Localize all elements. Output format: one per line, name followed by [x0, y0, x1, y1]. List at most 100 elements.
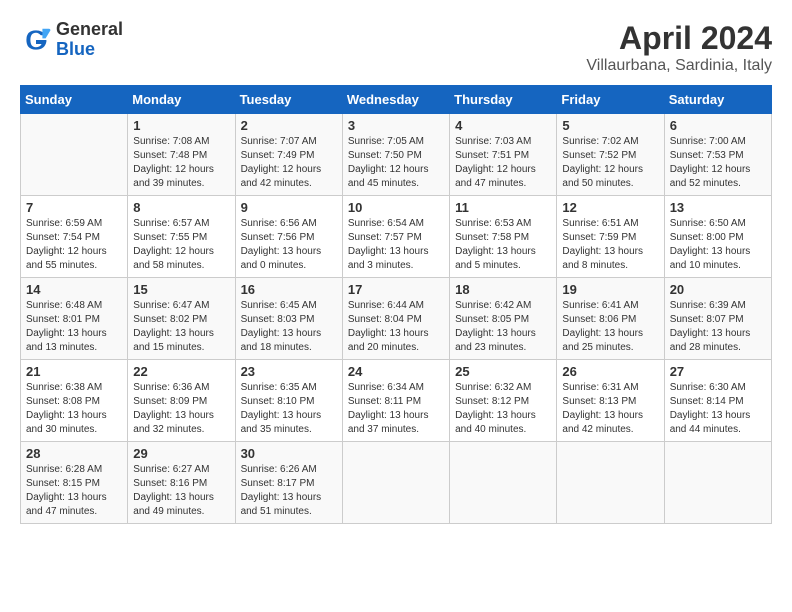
calendar-header-cell: Saturday [664, 86, 771, 114]
calendar-cell: 29 Sunrise: 6:27 AM Sunset: 8:16 PM Dayli… [128, 442, 235, 524]
day-info: Sunrise: 6:47 AM Sunset: 8:02 PM Dayligh… [133, 299, 229, 355]
calendar-cell: 12 Sunrise: 6:51 AM Sunset: 7:59 PM Dayli… [557, 196, 664, 278]
day-number: 10 [348, 200, 444, 215]
calendar-cell: 17Sunrise: 6:44 AM Sunset: 8:04 PM Dayli… [342, 278, 449, 360]
day-info: Sunrise: 7:08 AM Sunset: 7:48 PM Dayligh… [133, 135, 229, 191]
logo-text: General Blue [56, 20, 123, 60]
day-number: 25 [455, 364, 551, 379]
day-number: 22 [133, 364, 229, 379]
day-info: Sunrise: 6:45 AM Sunset: 8:03 PM Dayligh… [241, 299, 337, 355]
day-number: 5 [562, 118, 658, 133]
day-number: 7 [26, 200, 122, 215]
day-info: Sunrise: 7:00 AM Sunset: 7:53 PM Dayligh… [670, 135, 766, 191]
day-info: Sunrise: 6:48 AM Sunset: 8:01 PM Dayligh… [26, 299, 122, 355]
calendar-cell: 26 Sunrise: 6:31 AM Sunset: 8:13 PM Dayli… [557, 360, 664, 442]
day-number: 4 [455, 118, 551, 133]
day-info: Sunrise: 6:54 AM Sunset: 7:57 PM Dayligh… [348, 217, 444, 273]
day-number: 12 [562, 200, 658, 215]
calendar-cell: 9 Sunrise: 6:56 AM Sunset: 7:56 PM Daylig… [235, 196, 342, 278]
day-info: Sunrise: 6:27 AM Sunset: 8:16 PM Dayligh… [133, 463, 229, 519]
calendar-cell: 5 Sunrise: 7:02 AM Sunset: 7:52 PM Daylig… [557, 114, 664, 196]
calendar-cell: 22 Sunrise: 6:36 AM Sunset: 8:09 PM Dayli… [128, 360, 235, 442]
calendar-header-cell: Monday [128, 86, 235, 114]
title-area: April 2024 Villaurbana, Sardinia, Italy [586, 20, 772, 75]
day-info: Sunrise: 6:34 AM Sunset: 8:11 PM Dayligh… [348, 381, 444, 437]
day-number: 21 [26, 364, 122, 379]
calendar-cell [342, 442, 449, 524]
day-info: Sunrise: 6:32 AM Sunset: 8:12 PM Dayligh… [455, 381, 551, 437]
day-number: 13 [670, 200, 766, 215]
calendar-cell: 15 Sunrise: 6:47 AM Sunset: 8:02 PM Dayli… [128, 278, 235, 360]
calendar-header-cell: Thursday [450, 86, 557, 114]
day-info: Sunrise: 6:41 AM Sunset: 8:06 PM Dayligh… [562, 299, 658, 355]
calendar-week-row: 1 Sunrise: 7:08 AM Sunset: 7:48 PM Daylig… [21, 114, 772, 196]
calendar-cell: 13 Sunrise: 6:50 AM Sunset: 8:00 PM Dayli… [664, 196, 771, 278]
calendar-cell [450, 442, 557, 524]
logo-icon [20, 24, 52, 56]
day-number: 2 [241, 118, 337, 133]
day-number: 23 [241, 364, 337, 379]
calendar-cell: 10 Sunrise: 6:54 AM Sunset: 7:57 PM Dayli… [342, 196, 449, 278]
calendar-cell: 4 Sunrise: 7:03 AM Sunset: 7:51 PM Daylig… [450, 114, 557, 196]
calendar-header-cell: Friday [557, 86, 664, 114]
day-info: Sunrise: 6:26 AM Sunset: 8:17 PM Dayligh… [241, 463, 337, 519]
day-info: Sunrise: 6:35 AM Sunset: 8:10 PM Dayligh… [241, 381, 337, 437]
day-number: 9 [241, 200, 337, 215]
day-info: Sunrise: 6:42 AM Sunset: 8:05 PM Dayligh… [455, 299, 551, 355]
calendar-week-row: 14 Sunrise: 6:48 AM Sunset: 8:01 PM Dayli… [21, 278, 772, 360]
day-number: 14 [26, 282, 122, 297]
day-number: 20 [670, 282, 766, 297]
calendar-header-cell: Tuesday [235, 86, 342, 114]
calendar-cell: 20 Sunrise: 6:39 AM Sunset: 8:07 PM Dayli… [664, 278, 771, 360]
day-info: Sunrise: 6:28 AM Sunset: 8:15 PM Dayligh… [26, 463, 122, 519]
calendar-cell [664, 442, 771, 524]
day-number: 24 [348, 364, 444, 379]
calendar-cell [21, 114, 128, 196]
day-info: Sunrise: 7:03 AM Sunset: 7:51 PM Dayligh… [455, 135, 551, 191]
day-info: Sunrise: 6:59 AM Sunset: 7:54 PM Dayligh… [26, 217, 122, 273]
day-info: Sunrise: 6:51 AM Sunset: 7:59 PM Dayligh… [562, 217, 658, 273]
calendar-cell: 3 Sunrise: 7:05 AM Sunset: 7:50 PM Daylig… [342, 114, 449, 196]
day-info: Sunrise: 6:56 AM Sunset: 7:56 PM Dayligh… [241, 217, 337, 273]
day-info: Sunrise: 6:53 AM Sunset: 7:58 PM Dayligh… [455, 217, 551, 273]
calendar-week-row: 7 Sunrise: 6:59 AM Sunset: 7:54 PM Daylig… [21, 196, 772, 278]
calendar-header-cell: Wednesday [342, 86, 449, 114]
day-info: Sunrise: 7:05 AM Sunset: 7:50 PM Dayligh… [348, 135, 444, 191]
day-number: 11 [455, 200, 551, 215]
day-number: 3 [348, 118, 444, 133]
calendar-cell: 7 Sunrise: 6:59 AM Sunset: 7:54 PM Daylig… [21, 196, 128, 278]
day-number: 26 [562, 364, 658, 379]
calendar-cell: 19Sunrise: 6:41 AM Sunset: 8:06 PM Dayli… [557, 278, 664, 360]
day-number: 6 [670, 118, 766, 133]
calendar-cell: 30 Sunrise: 6:26 AM Sunset: 8:17 PM Dayli… [235, 442, 342, 524]
day-info: Sunrise: 7:02 AM Sunset: 7:52 PM Dayligh… [562, 135, 658, 191]
day-info: Sunrise: 6:38 AM Sunset: 8:08 PM Dayligh… [26, 381, 122, 437]
day-info: Sunrise: 7:07 AM Sunset: 7:49 PM Dayligh… [241, 135, 337, 191]
day-number: 15 [133, 282, 229, 297]
calendar-cell: 8Sunrise: 6:57 AM Sunset: 7:55 PM Daylig… [128, 196, 235, 278]
header: General Blue April 2024 Villaurbana, Sar… [20, 20, 772, 75]
day-info: Sunrise: 6:50 AM Sunset: 8:00 PM Dayligh… [670, 217, 766, 273]
location: Villaurbana, Sardinia, Italy [586, 57, 772, 75]
day-info: Sunrise: 6:36 AM Sunset: 8:09 PM Dayligh… [133, 381, 229, 437]
day-info: Sunrise: 6:39 AM Sunset: 8:07 PM Dayligh… [670, 299, 766, 355]
day-number: 30 [241, 446, 337, 461]
day-number: 29 [133, 446, 229, 461]
calendar-cell: 27Sunrise: 6:30 AM Sunset: 8:14 PM Dayli… [664, 360, 771, 442]
day-number: 28 [26, 446, 122, 461]
day-info: Sunrise: 6:44 AM Sunset: 8:04 PM Dayligh… [348, 299, 444, 355]
calendar-week-row: 21 Sunrise: 6:38 AM Sunset: 8:08 PM Dayli… [21, 360, 772, 442]
day-info: Sunrise: 6:57 AM Sunset: 7:55 PM Dayligh… [133, 217, 229, 273]
calendar-cell: 18 Sunrise: 6:42 AM Sunset: 8:05 PM Dayli… [450, 278, 557, 360]
calendar-cell: 25 Sunrise: 6:32 AM Sunset: 8:12 PM Dayli… [450, 360, 557, 442]
calendar-body: 1 Sunrise: 7:08 AM Sunset: 7:48 PM Daylig… [21, 114, 772, 524]
day-number: 1 [133, 118, 229, 133]
day-number: 18 [455, 282, 551, 297]
calendar-cell: 2 Sunrise: 7:07 AM Sunset: 7:49 PM Daylig… [235, 114, 342, 196]
calendar-cell: 1 Sunrise: 7:08 AM Sunset: 7:48 PM Daylig… [128, 114, 235, 196]
day-info: Sunrise: 6:31 AM Sunset: 8:13 PM Dayligh… [562, 381, 658, 437]
day-info: Sunrise: 6:30 AM Sunset: 8:14 PM Dayligh… [670, 381, 766, 437]
calendar-cell: 21 Sunrise: 6:38 AM Sunset: 8:08 PM Dayli… [21, 360, 128, 442]
month-year: April 2024 [586, 20, 772, 57]
logo: General Blue [20, 20, 123, 60]
